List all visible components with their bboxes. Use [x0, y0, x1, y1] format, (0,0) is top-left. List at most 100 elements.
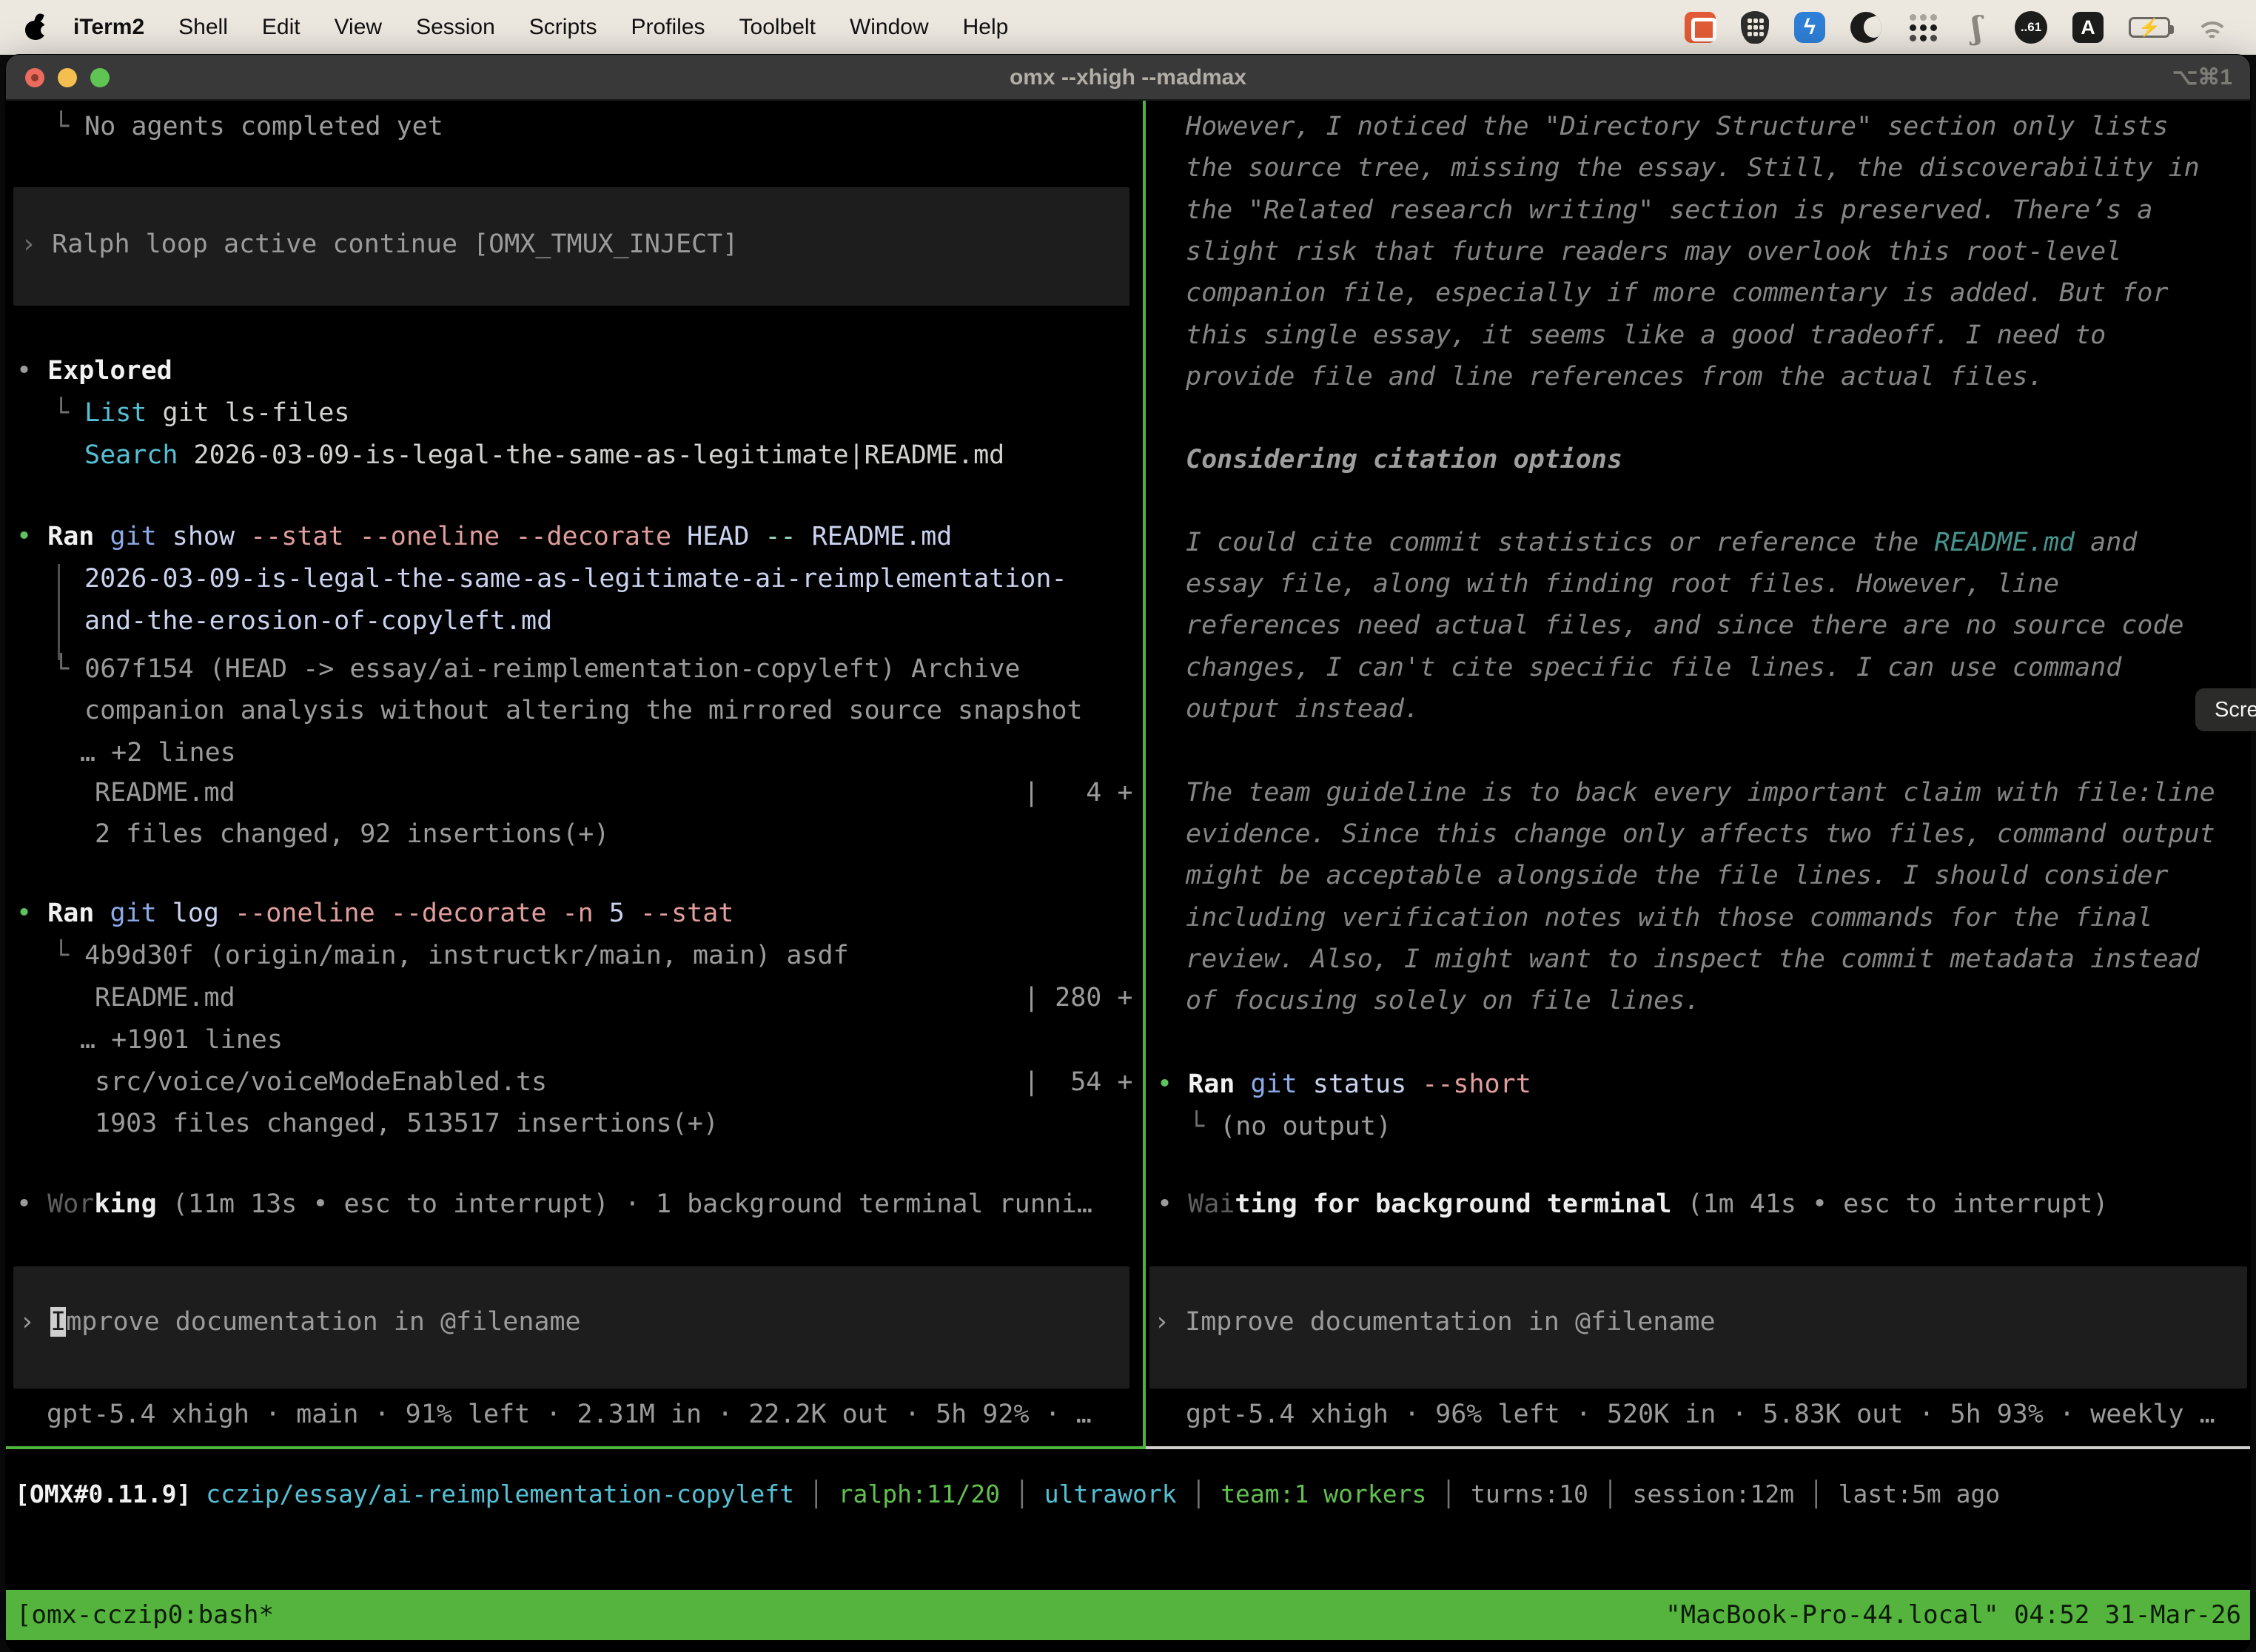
text-segment: mprove documentation in @filename [66, 1307, 580, 1337]
window-title-bar[interactable]: omx --xhigh --madmax ⌥⌘1 [6, 55, 2250, 101]
terminal-area: └ No agents completed yet › Ralph loop ac… [6, 101, 2250, 1590]
text-segment: might be acceptable alongside the file l… [1186, 861, 2169, 890]
text-segment: src/voice/voiceModeEnabled.ts [95, 1067, 547, 1097]
terminal-line: 1903 files changed, 513517 insertions(+) [95, 1105, 719, 1142]
menu-item-window[interactable]: Window [833, 0, 946, 55]
text-segment: evidence. Since this change only affects… [1186, 819, 2215, 849]
apple-menu-icon[interactable] [25, 15, 46, 40]
wifi-icon[interactable] [2195, 14, 2229, 41]
terminal-line: slight risk that future readers may over… [1186, 233, 2121, 270]
terminal-line: essay file, along with finding root file… [1186, 565, 2059, 602]
battery-icon[interactable]: ⚡ [2129, 17, 2170, 38]
prompt-input[interactable]: › Improve documentation in @filename [13, 1266, 1129, 1389]
box-line: › Ralph loop active continue [OMX_TMUX_I… [21, 226, 738, 263]
terminal-line: evidence. Since this change only affects… [1186, 816, 2215, 853]
text-segment: review. Also, I might want to inspect th… [1186, 944, 2200, 974]
text-segment: List [84, 398, 147, 428]
tmux-host-clock: "MacBook-Pro-44.local" 04:52 31-Mar-26 [1665, 1600, 2250, 1630]
blue-bolt-icon[interactable]: ϟ [1794, 12, 1825, 43]
terminal-line: changes, I can't cite specific file line… [1186, 649, 2121, 686]
text-segment: [OMX#0.11.9] [15, 1480, 206, 1508]
text-segment: this single essay, it seems like a good … [1186, 320, 2106, 350]
terminal-line: companion analysis without altering the … [84, 692, 1083, 729]
menu-item-toolbelt[interactable]: Toolbelt [722, 0, 833, 55]
text-segment: the "Related research writing" section i… [1186, 195, 2152, 225]
terminal-line: … +2 lines [80, 734, 236, 771]
text-segment: Ran [47, 899, 110, 928]
text-segment: │ [1794, 1480, 1839, 1508]
text-segment: essay file, along with finding root file… [1186, 569, 2059, 599]
terminal-line: └ 4b9d30f (origin/main, instructkr/main,… [53, 937, 849, 974]
text-segment: │ [1588, 1480, 1633, 1508]
terminal-line: README.md| 4 + [95, 774, 235, 811]
terminal-line: • Explored [16, 352, 172, 389]
text-segment: references need actual files, and since … [1186, 611, 2184, 640]
text-segment: 2026-03-09-is-legal-the-same-as-legitima… [178, 440, 1004, 470]
squiggle-icon[interactable]: ʃ [1964, 10, 1990, 44]
terminal-line: the source tree, missing the essay. Stil… [1186, 150, 2200, 187]
terminal-line: └ No agents completed yet [53, 108, 443, 145]
terminal-line: companion file, especially if more comme… [1186, 275, 2169, 312]
left-pane-border [6, 1446, 1143, 1449]
text-segment: (1m 41s • esc to interrupt) [1671, 1189, 2108, 1219]
text-segment: | 54 + [1024, 1064, 1133, 1101]
terminal-line: references need actual files, and since … [1186, 607, 2184, 644]
menu-item-view[interactable]: View [318, 0, 399, 55]
box-line: › Improve documentation in @filename [19, 1303, 581, 1340]
terminal-line: The team guideline is to back every impo… [1186, 774, 2215, 811]
text-segment: └ [1189, 1112, 1220, 1141]
terminal-line: • Ran git log --oneline --decorate -n 5 … [16, 895, 733, 932]
menu-item-session[interactable]: Session [399, 0, 512, 55]
terminal-line: provide file and line references from th… [1186, 358, 2044, 395]
text-segment: However, I noticed the "Directory Struct… [1186, 112, 2169, 141]
menu-item-scripts[interactable]: Scripts [512, 0, 614, 55]
screen-overlay-tooltip[interactable]: Scre [2195, 688, 2256, 731]
text-segment: --oneline --decorate -n [235, 899, 609, 928]
menu-item-help[interactable]: Help [946, 0, 1026, 55]
text-segment: git [110, 899, 172, 928]
terminal-line: └ List git ls-files [53, 394, 349, 432]
terminal-line: └ 067f154 (HEAD -> essay/ai-reimplementa… [53, 651, 1020, 688]
text-segment: Explored [47, 356, 172, 386]
menu-item-profiles[interactable]: Profiles [614, 0, 722, 55]
terminal-line: Search 2026-03-09-is-legal-the-same-as-l… [84, 437, 1004, 474]
text-segment: No agents completed yet [84, 112, 443, 141]
text-segment: › [21, 229, 52, 259]
menu-item-iterm2[interactable]: iTerm2 [56, 0, 161, 55]
terminal-line: 2026-03-09-is-legal-the-same-as-legitima… [84, 560, 1067, 597]
text-segment: gpt-5.4 xhigh · 96% left · 520K in · 5.8… [1186, 1400, 2215, 1429]
badge-61-icon[interactable]: ..61 [2015, 11, 2047, 44]
text-segment: the source tree, missing the essay. Stil… [1186, 153, 2200, 183]
right-pane-border [1146, 1446, 2250, 1449]
menu-item-edit[interactable]: Edit [245, 0, 318, 55]
text-segment: I could cite commit statistics or refere… [1186, 528, 1934, 557]
text-segment: git ls-files [147, 398, 349, 428]
right-pane[interactable]: However, I noticed the "Directory Struct… [1147, 101, 2250, 1446]
text-segment: --short [1422, 1070, 1531, 1099]
text-segment: README.md [95, 983, 235, 1013]
shield-icon[interactable] [1741, 11, 1769, 44]
prompt-input[interactable]: › Improve documentation in @filename [1149, 1266, 2247, 1389]
text-segment: git [1250, 1070, 1312, 1099]
text-segment: … +1901 lines [80, 1025, 283, 1055]
text-segment: and-the-erosion-of-copyleft.md [84, 606, 552, 636]
text-segment: Improve documentation in @filename [1185, 1307, 1715, 1337]
chat-icon[interactable] [1685, 12, 1716, 43]
a-badge-icon[interactable]: A [2072, 12, 2104, 43]
menu-item-shell[interactable]: Shell [161, 0, 245, 55]
text-segment: Wai [1188, 1189, 1235, 1219]
left-pane[interactable]: └ No agents completed yet › Ralph loop ac… [6, 101, 1144, 1446]
text-segment: Ran [1188, 1070, 1250, 1099]
text-segment: │ [1177, 1480, 1221, 1508]
text-segment: The team guideline is to back every impo… [1186, 778, 2215, 807]
terminal-line: However, I noticed the "Directory Struct… [1186, 108, 2169, 145]
tmux-session-window[interactable]: [omx-cczip0:bash* [6, 1600, 274, 1630]
terminal-line: the "Related research writing" section i… [1186, 192, 2152, 229]
text-segment: › [1154, 1307, 1185, 1337]
text-segment: ralph:11/20 [839, 1480, 1001, 1508]
dots-grid-icon[interactable] [1907, 11, 1939, 44]
pane-divider[interactable] [1143, 101, 1146, 1449]
crescent-icon[interactable] [1850, 12, 1881, 43]
terminal-line: • Ran git status --short [1157, 1066, 1531, 1103]
text-segment: -- [765, 522, 811, 551]
